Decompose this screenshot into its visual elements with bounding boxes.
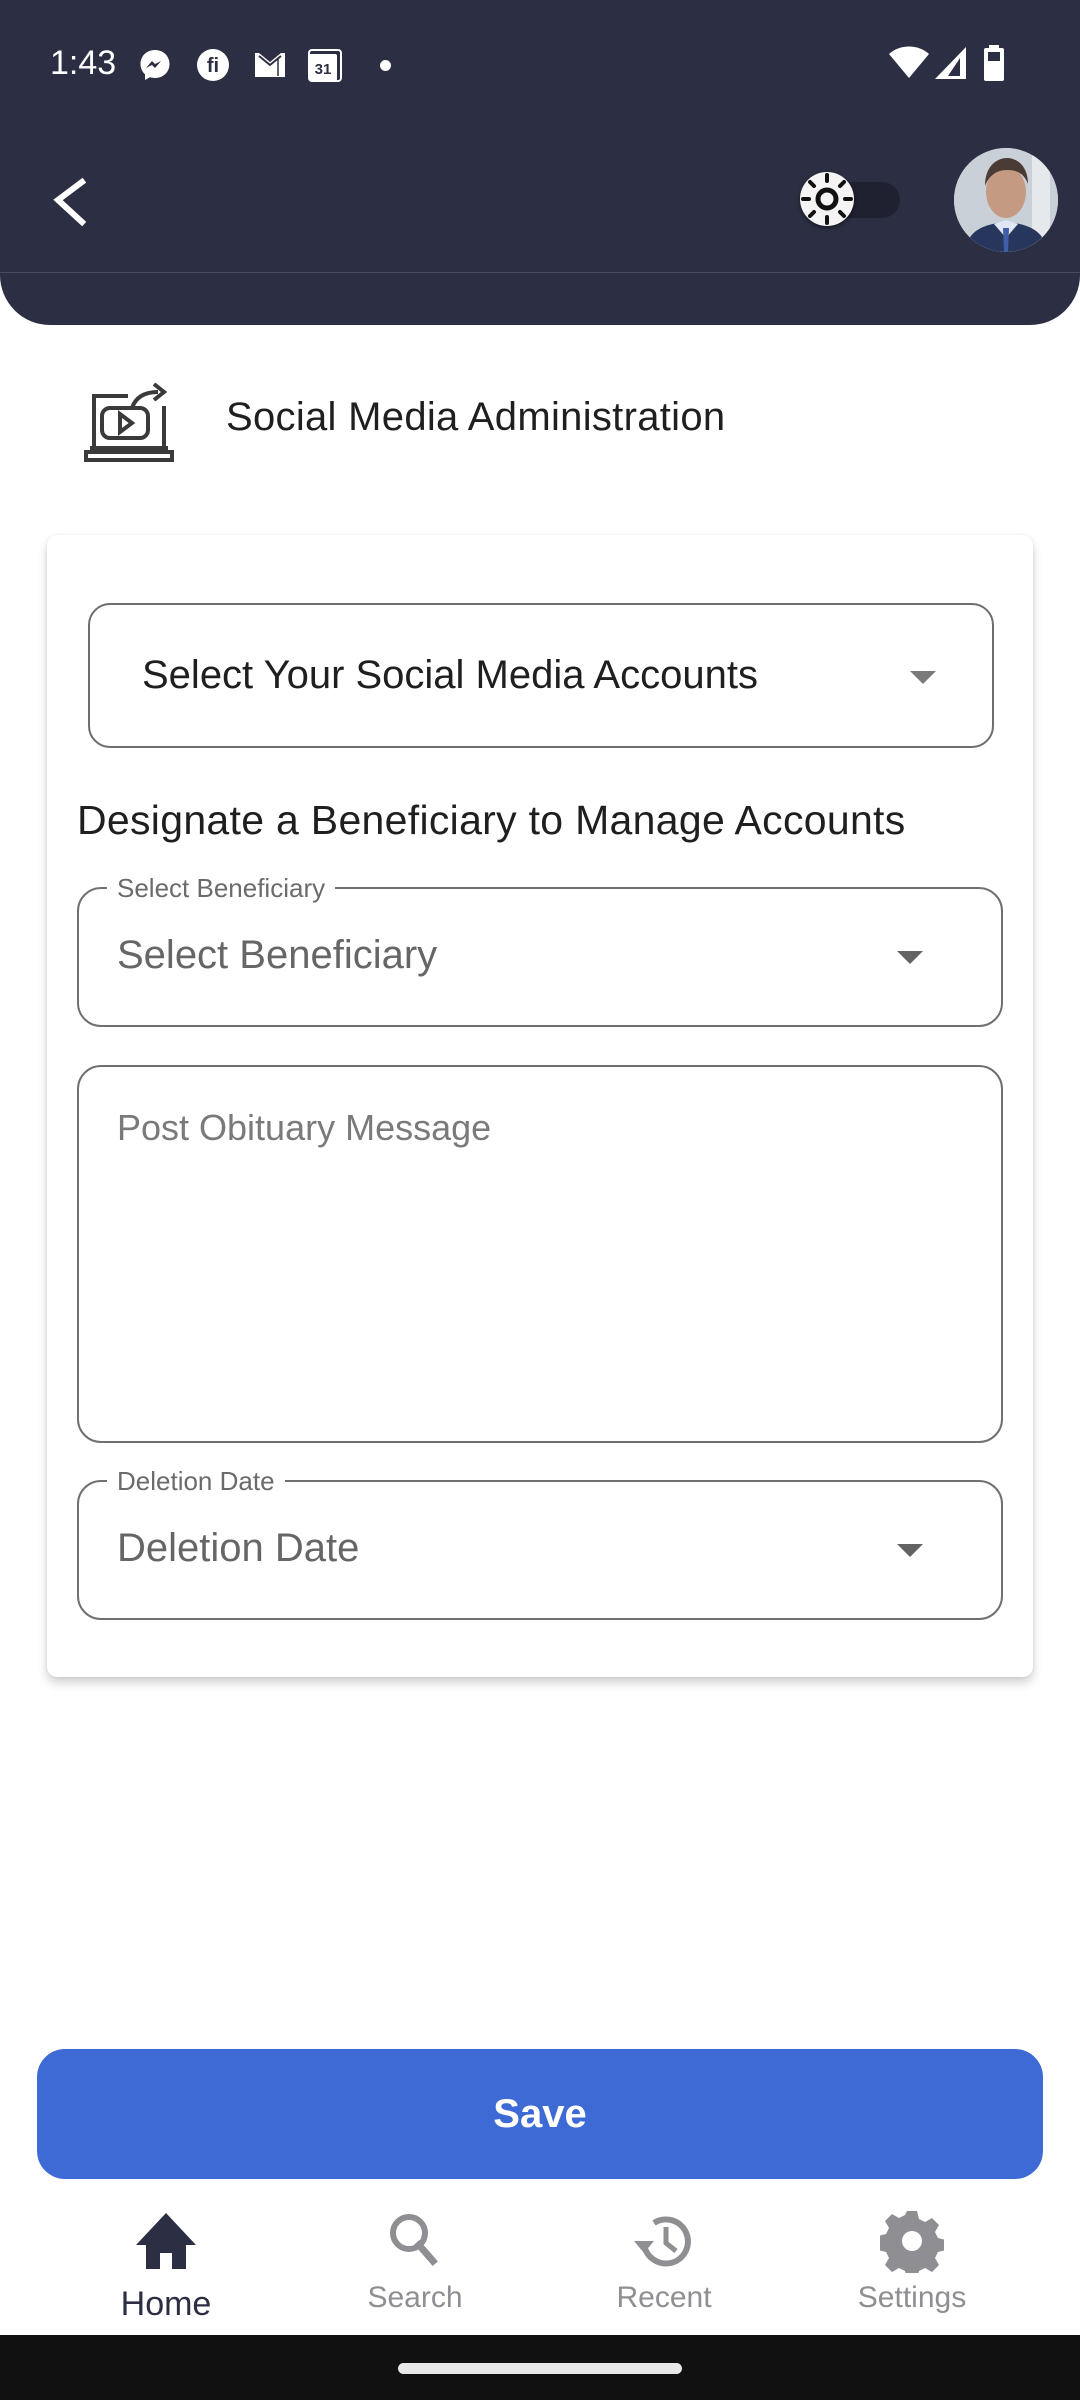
nav-label-home: Home: [120, 2285, 212, 2323]
beneficiary-label: Select Beneficiary: [107, 873, 336, 904]
history-icon: [634, 2216, 691, 2267]
bottom-nav: Home Search Recent Settings: [0, 2195, 1080, 2335]
theme-toggle[interactable]: [800, 172, 900, 228]
avatar[interactable]: [954, 148, 1058, 252]
signal-icon: [935, 47, 966, 79]
calendar-day: 31: [315, 61, 332, 78]
deletion-date-value: Deletion Date: [117, 1526, 360, 1570]
nav-item-search[interactable]: Search: [315, 2195, 515, 2335]
page-title: Social Media Administration: [226, 394, 726, 439]
calendar-icon: 31: [308, 49, 342, 82]
fi-app-icon: fi: [197, 49, 229, 81]
social-media-form-card: Select Your Social Media Accounts Design…: [47, 535, 1033, 1677]
caret-down-icon: [910, 671, 936, 684]
nav-item-recent[interactable]: Recent: [564, 2195, 764, 2335]
wifi-icon: [889, 46, 929, 78]
home-gesture-handle[interactable]: [398, 2363, 682, 2374]
obituary-message-input[interactable]: [81, 1069, 999, 1439]
battery-icon: [984, 45, 1004, 81]
deletion-date-label: Deletion Date: [107, 1466, 285, 1497]
home-icon: [136, 2213, 196, 2269]
more-notifications-dot: [380, 60, 391, 71]
beneficiary-value: Select Beneficiary: [117, 933, 438, 977]
sun-icon: [801, 173, 853, 225]
beneficiary-select[interactable]: Select Beneficiary Select Beneficiary: [77, 873, 1003, 1027]
toggle-knob: [800, 172, 854, 226]
caret-down-icon: [897, 951, 923, 964]
nav-label-recent: Recent: [616, 2281, 712, 2314]
search-icon: [390, 2214, 438, 2266]
nav-label-settings: Settings: [857, 2281, 967, 2314]
caret-down-icon: [897, 1544, 923, 1557]
social-media-accounts-value: Select Your Social Media Accounts: [142, 653, 758, 697]
back-button[interactable]: [40, 160, 100, 240]
save-button[interactable]: Save: [37, 2049, 1043, 2179]
gear-icon: [880, 2211, 944, 2273]
nav-label-search: Search: [367, 2281, 463, 2314]
status-time: 1:43: [50, 44, 117, 82]
app-header: 1:43 fi 31: [0, 0, 1080, 325]
obituary-message-field: [77, 1065, 1003, 1443]
svg-text:fi: fi: [207, 55, 219, 77]
system-gesture-bar: [0, 2335, 1080, 2400]
gmail-icon: [255, 53, 285, 77]
profile-photo: [954, 148, 1058, 252]
status-bar: 1:43 fi 31: [0, 0, 1080, 130]
laptop-video-share-icon: [84, 382, 174, 462]
chevron-left-icon: [53, 177, 87, 227]
social-media-accounts-select[interactable]: Select Your Social Media Accounts: [88, 603, 994, 748]
nav-item-settings[interactable]: Settings: [812, 2195, 1012, 2335]
messenger-icon: [140, 50, 170, 80]
beneficiary-section-heading: Designate a Beneficiary to Manage Accoun…: [77, 797, 906, 843]
deletion-date-select[interactable]: Deletion Date Deletion Date: [77, 1466, 1003, 1620]
nav-item-home[interactable]: Home: [66, 2195, 266, 2335]
page-heading: Social Media Administration: [84, 372, 725, 462]
header-divider: [0, 272, 1080, 273]
